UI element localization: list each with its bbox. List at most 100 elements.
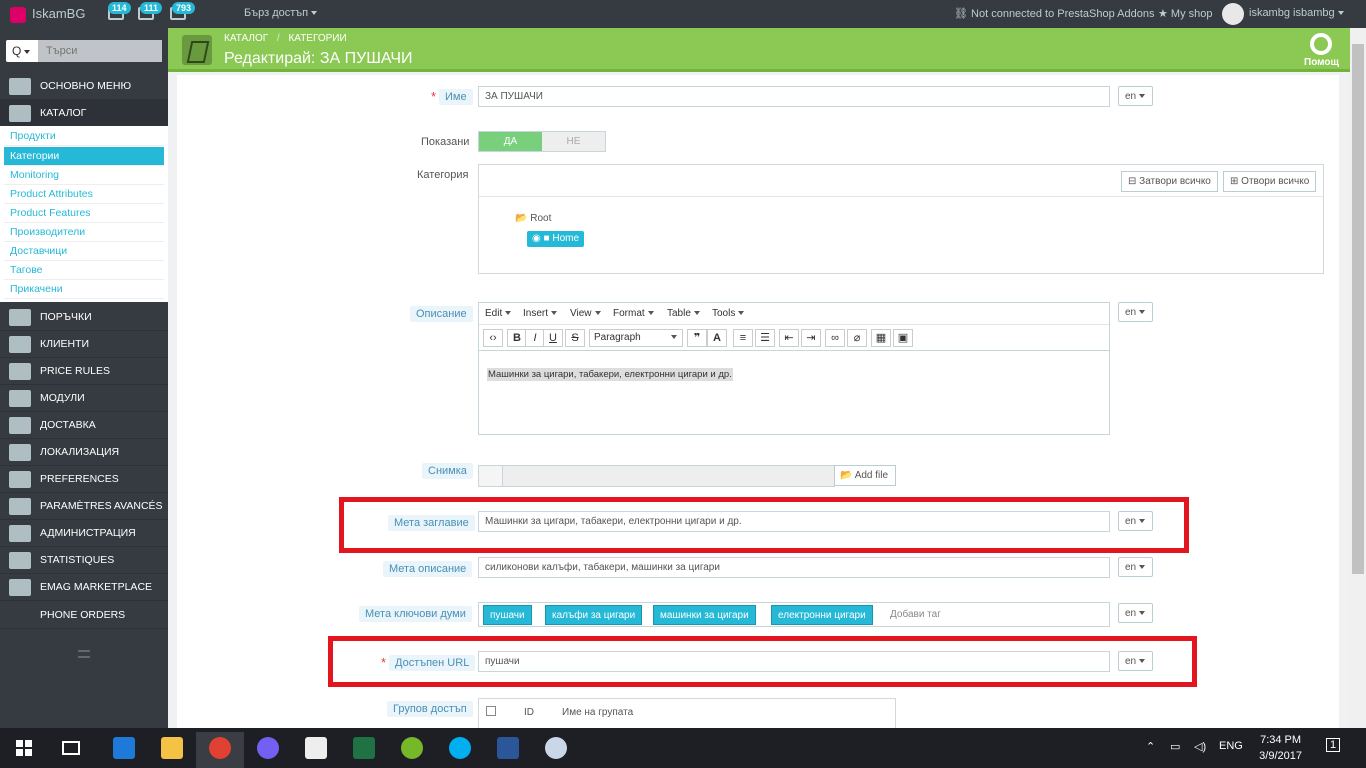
- tag-chip[interactable]: машинки за цигари: [653, 605, 756, 625]
- notifications-icon[interactable]: 1: [1326, 738, 1341, 752]
- menu-price-rules[interactable]: Price rules: [0, 358, 168, 385]
- addons-status[interactable]: ⛓ Not connected to PrestaShop Addons: [954, 7, 1155, 20]
- toggle-yes[interactable]: ДА: [479, 132, 542, 151]
- scrollbar[interactable]: [1350, 28, 1366, 728]
- scrollbar-thumb[interactable]: [1352, 44, 1364, 574]
- bold-icon[interactable]: B: [507, 329, 527, 347]
- select-all-checkbox[interactable]: [486, 706, 496, 716]
- active-toggle[interactable]: ДА НЕ: [478, 131, 606, 152]
- menu-customers[interactable]: Клиенти: [0, 331, 168, 358]
- description-editor[interactable]: Edit Insert View Format Table Tools ‹› B…: [478, 302, 1110, 435]
- battery-icon[interactable]: ▭: [1170, 740, 1180, 753]
- edge-taskbar-button[interactable]: [100, 732, 148, 768]
- outdent-icon[interactable]: ⇤: [779, 329, 799, 347]
- bullet-list-icon[interactable]: ≡: [733, 329, 753, 347]
- name-input[interactable]: ЗА ПУШАЧИ: [478, 86, 1110, 107]
- code-icon[interactable]: ‹›: [483, 329, 503, 347]
- expand-all-button[interactable]: ⊞ Отвори всичко: [1223, 171, 1317, 192]
- utorrent-taskbar-button[interactable]: [388, 732, 436, 768]
- menu-catalog[interactable]: Каталог: [0, 100, 168, 127]
- chrome-taskbar-button[interactable]: [196, 732, 244, 768]
- paint-taskbar-button[interactable]: [532, 732, 580, 768]
- media-icon[interactable]: ▦: [871, 329, 891, 347]
- help-button[interactable]: Помощ: [1304, 33, 1339, 68]
- windows-start-icon[interactable]: [16, 740, 32, 756]
- collapse-menu-icon[interactable]: [78, 650, 90, 658]
- breadcrumb-catalog[interactable]: КАТАЛОГ: [224, 33, 268, 44]
- submenu-monitoring[interactable]: Monitoring: [4, 166, 164, 185]
- explorer-taskbar-button[interactable]: [148, 732, 196, 768]
- add-tag-placeholder[interactable]: Добави таг: [890, 609, 941, 620]
- menu-statistics[interactable]: Statistiques: [0, 547, 168, 574]
- submenu-suppliers[interactable]: Доставчици: [4, 242, 164, 261]
- toggle-no[interactable]: НЕ: [542, 132, 605, 151]
- editor-content[interactable]: Машинки за цигари, табакери, електронни …: [487, 368, 733, 381]
- numbered-list-icon[interactable]: ☰: [755, 329, 775, 347]
- italic-icon[interactable]: I: [525, 329, 545, 347]
- add-file-button[interactable]: 📂 Add file: [834, 465, 896, 486]
- menu-phone-orders[interactable]: Phone orders: [0, 602, 168, 629]
- search-input[interactable]: [38, 40, 162, 62]
- skype-taskbar-button[interactable]: [436, 732, 484, 768]
- lang-select-meta-keywords[interactable]: en: [1118, 603, 1153, 623]
- submenu-attachments[interactable]: Прикачени: [4, 280, 164, 299]
- tree-root[interactable]: 📂 Root: [515, 213, 551, 224]
- blockquote-icon[interactable]: ❞: [687, 329, 707, 347]
- underline-icon[interactable]: U: [543, 329, 563, 347]
- input-language[interactable]: ENG: [1219, 740, 1243, 752]
- editor-menu-tools[interactable]: Tools: [712, 308, 745, 319]
- text-color-icon[interactable]: A: [707, 329, 727, 347]
- collapse-all-button[interactable]: ⊟ Затвори всичко: [1121, 171, 1218, 192]
- unlink-icon[interactable]: ⌀: [847, 329, 867, 347]
- submenu-tags[interactable]: Тагове: [4, 261, 164, 280]
- lang-select-meta-title[interactable]: en: [1118, 511, 1153, 531]
- menu-emag[interactable]: Emag marketplace: [0, 574, 168, 601]
- task-view-icon[interactable]: [62, 741, 80, 755]
- friendly-url-input[interactable]: пушачи: [478, 651, 1110, 672]
- my-shop-link[interactable]: ★ My shop: [1158, 7, 1213, 20]
- editor-menu-insert[interactable]: Insert: [523, 308, 558, 319]
- menu-dashboard[interactable]: Основно меню: [0, 73, 168, 100]
- system-clock[interactable]: 7:34 PM 3/9/2017: [1259, 732, 1302, 764]
- lang-select-meta-description[interactable]: en: [1118, 557, 1153, 577]
- editor-menu-format[interactable]: Format: [613, 308, 654, 319]
- menu-advanced-params[interactable]: Paramètres avancés: [0, 493, 168, 520]
- meta-description-input[interactable]: силиконови калъфи, табакери, машинки за …: [478, 557, 1110, 578]
- editor-menu-view[interactable]: View: [570, 308, 601, 319]
- menu-administration[interactable]: Администрация: [0, 520, 168, 547]
- user-menu[interactable]: iskambg isbambg: [1249, 7, 1344, 19]
- avatar[interactable]: [1222, 3, 1244, 25]
- lang-select-description[interactable]: en: [1118, 302, 1153, 322]
- link-icon[interactable]: ∞: [825, 329, 845, 347]
- strikethrough-icon[interactable]: S: [565, 329, 585, 347]
- file-input[interactable]: [478, 465, 835, 487]
- submenu-product-features[interactable]: Product Features: [4, 204, 164, 223]
- paragraph-select[interactable]: Paragraph: [589, 329, 683, 347]
- volume-icon[interactable]: ◁): [1194, 740, 1206, 753]
- indent-icon[interactable]: ⇥: [801, 329, 821, 347]
- search-type-button[interactable]: Q: [6, 40, 38, 62]
- meta-title-input[interactable]: Машинки за цигари, табакери, електронни …: [478, 511, 1110, 532]
- submenu-manufacturers[interactable]: Производители: [4, 223, 164, 242]
- chevron-up-icon[interactable]: ⌃: [1146, 740, 1155, 753]
- tag-chip[interactable]: калъфи за цигари: [545, 605, 643, 625]
- tag-chip[interactable]: електронни цигари: [771, 605, 873, 625]
- tag-chip[interactable]: пушачи: [483, 605, 532, 625]
- lang-select-name[interactable]: en: [1118, 86, 1153, 106]
- quick-access-menu[interactable]: Бърз достъп: [244, 7, 318, 19]
- submenu-product-attributes[interactable]: Product Attributes: [4, 185, 164, 204]
- menu-shipping[interactable]: Доставка: [0, 412, 168, 439]
- editor-menu-edit[interactable]: Edit: [485, 308, 512, 319]
- lang-select-url[interactable]: en: [1118, 651, 1153, 671]
- menu-modules[interactable]: Модули: [0, 385, 168, 412]
- menu-localization[interactable]: Локализация: [0, 439, 168, 466]
- menu-preferences[interactable]: Preferences: [0, 466, 168, 493]
- excel-taskbar-button[interactable]: [340, 732, 388, 768]
- image-icon[interactable]: ▣: [893, 329, 913, 347]
- editor-menu-table[interactable]: Table: [667, 308, 700, 319]
- submenu-products[interactable]: Продукти: [4, 127, 164, 146]
- breadcrumb-categories[interactable]: КАТЕГОРИИ: [288, 33, 346, 44]
- calculator-taskbar-button[interactable]: [292, 732, 340, 768]
- viber-taskbar-button[interactable]: [244, 732, 292, 768]
- submenu-categories[interactable]: Категории: [4, 147, 164, 166]
